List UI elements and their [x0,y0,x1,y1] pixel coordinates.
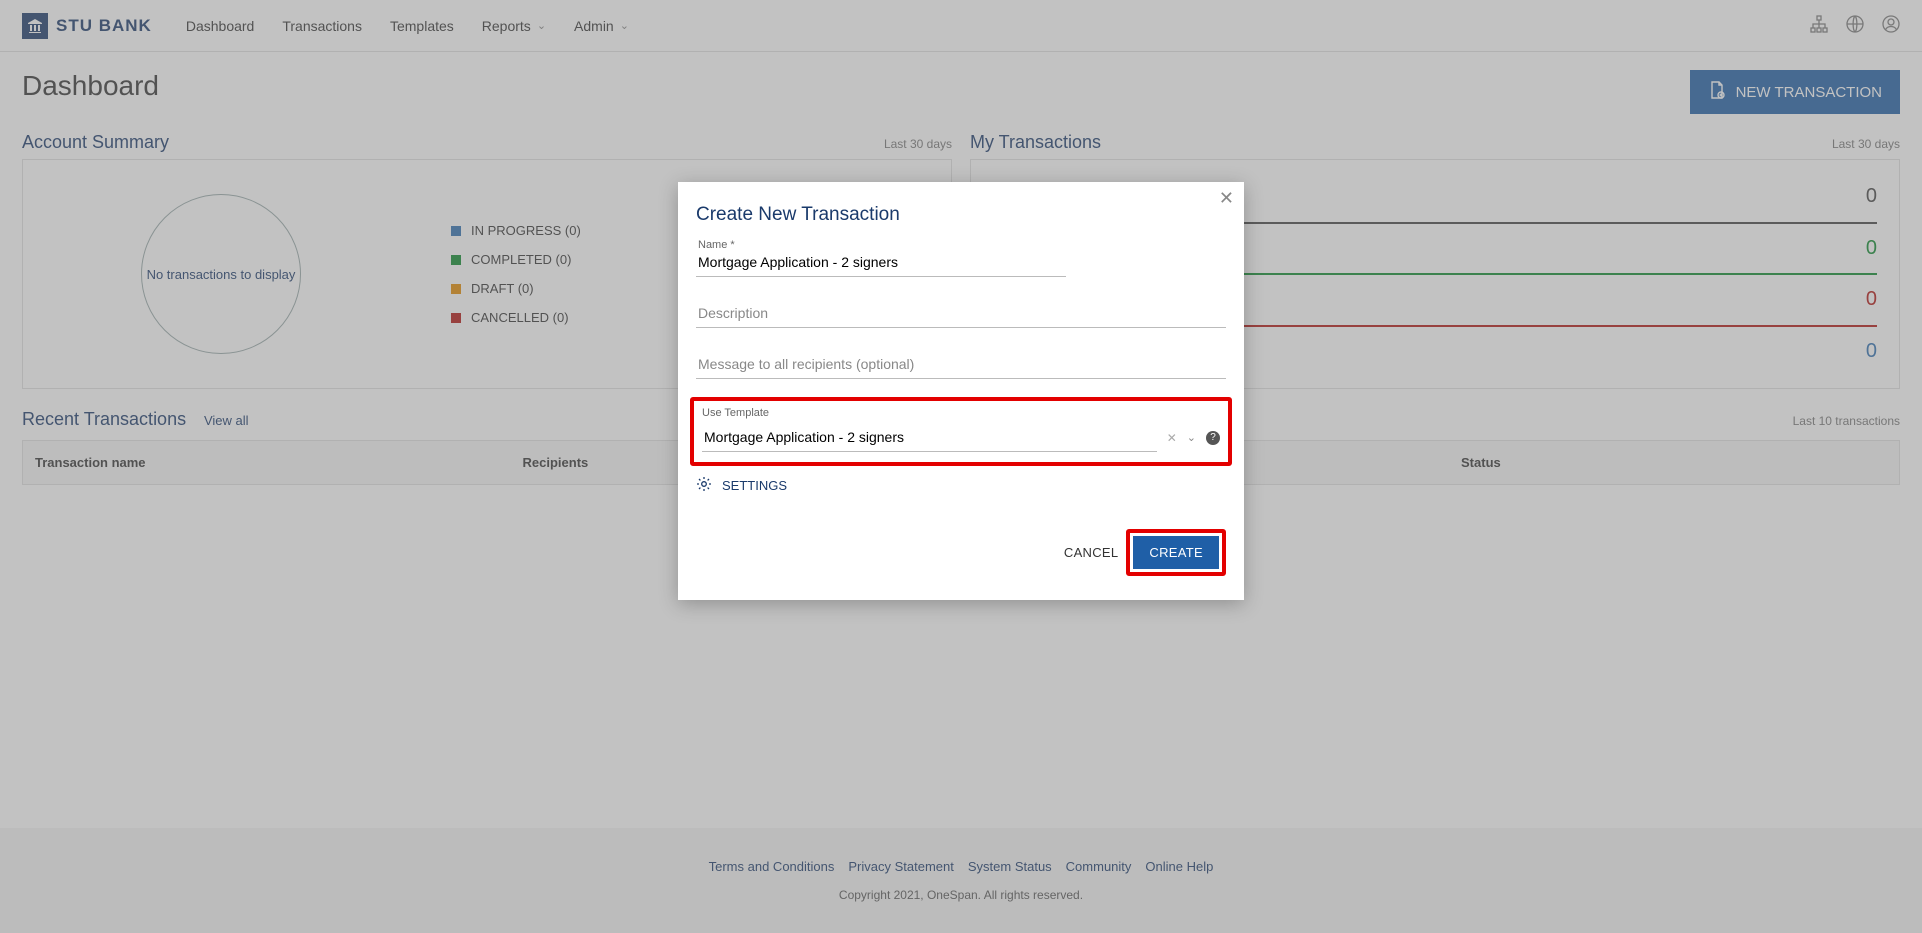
chevron-down-icon[interactable]: ⌄ [1187,431,1196,444]
modal-actions: CANCEL CREATE [696,529,1226,576]
modal-title: Create New Transaction [696,204,1226,226]
description-input[interactable] [696,295,1226,328]
message-field [696,346,1226,379]
use-template-highlight: Use Template ✕ ⌄ ? [690,397,1232,466]
name-field: Name * [696,244,1226,277]
message-input[interactable] [696,346,1226,379]
description-field [696,295,1226,328]
gear-icon [696,476,712,495]
create-button[interactable]: CREATE [1133,536,1219,569]
settings-label: SETTINGS [722,478,787,493]
clear-icon[interactable]: ✕ [1167,431,1177,445]
close-icon[interactable]: ✕ [1219,188,1234,209]
template-label: Use Template [702,407,1220,419]
template-select[interactable] [702,423,1157,452]
name-label: Name * [698,239,735,251]
cancel-button[interactable]: CANCEL [1064,545,1119,560]
create-button-highlight: CREATE [1126,529,1226,576]
settings-link[interactable]: SETTINGS [696,476,1226,495]
help-icon[interactable]: ? [1206,431,1220,445]
name-input[interactable] [696,244,1066,277]
create-transaction-modal: ✕ Create New Transaction Name * Use Temp… [678,182,1244,600]
